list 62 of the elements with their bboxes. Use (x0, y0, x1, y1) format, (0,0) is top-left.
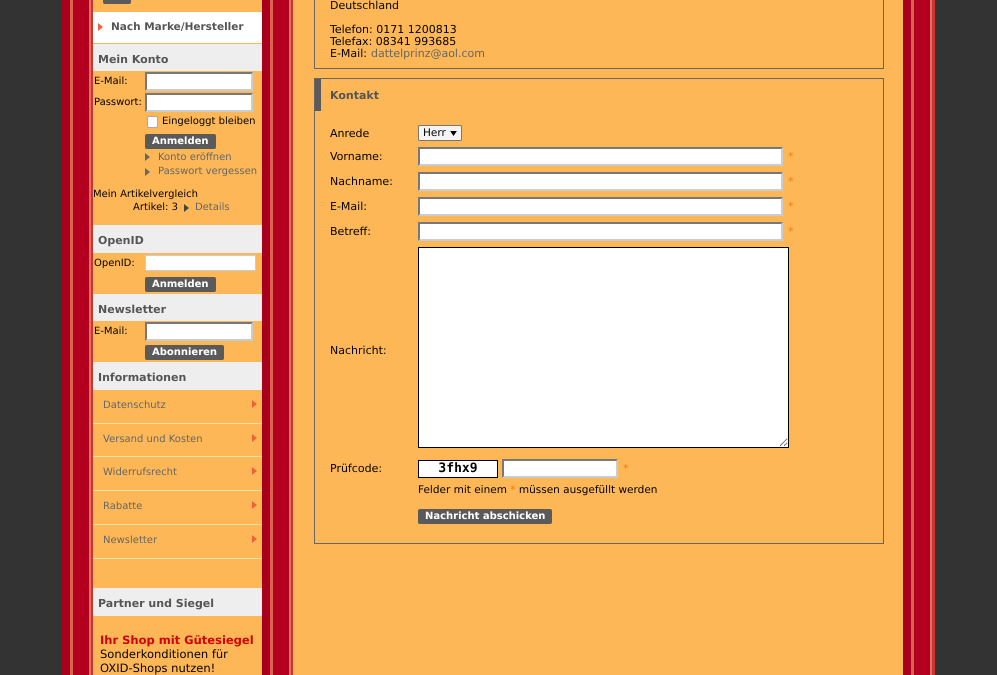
address-text: Deutschland (330, 0, 400, 12)
dropdown-arrow-icon (450, 130, 457, 136)
section-heading: Mein Konto (93, 44, 262, 72)
login-button[interactable]: Anmelden (145, 134, 216, 149)
promo-text: Sonderkonditionen für (100, 647, 229, 661)
email-field[interactable] (145, 322, 253, 342)
details-link[interactable]: Details (194, 202, 230, 214)
checkbox-label: Eingeloggt bleiben (162, 116, 256, 128)
triangle-icon (98, 23, 103, 32)
field-label: OpenID: (94, 258, 136, 269)
triangle-icon (252, 400, 257, 408)
submit-button[interactable]: Nachricht abschicken (418, 509, 552, 524)
section-heading: Partner und Siegel (93, 588, 262, 616)
required-note: Felder mit einem * müssen ausgefüllt werden (418, 484, 658, 496)
field-label: Prüfcode: (330, 462, 384, 475)
promo-title: Ihr Shop mit Gütesiegel (100, 633, 255, 647)
field-label: Passwort: (94, 96, 143, 108)
email-field[interactable] (145, 72, 253, 92)
required-mark: * (788, 175, 794, 188)
section-heading: Newsletter (93, 294, 262, 322)
field-label: Nachricht: (330, 344, 388, 356)
text-field[interactable] (418, 197, 783, 216)
captcha-image: 3fhx9 (418, 460, 498, 478)
link[interactable]: Passwort vergessen (158, 166, 258, 178)
required-mark: * (788, 150, 794, 163)
triangle-icon (184, 204, 189, 212)
subscribe-button[interactable]: Abonnieren (145, 345, 224, 360)
promo-text: OXID-Shops nutzen! (100, 661, 216, 675)
required-mark: * (788, 200, 794, 213)
captcha-field[interactable] (502, 459, 618, 478)
field-label: E-Mail: (94, 76, 129, 88)
openid-field[interactable] (145, 255, 256, 272)
text-field[interactable] (418, 222, 783, 241)
field-label: Betreff: (330, 225, 372, 238)
compare-title: Mein Artikelvergleich (93, 189, 199, 200)
checkbox[interactable] (147, 116, 158, 128)
text-field[interactable] (418, 147, 783, 166)
section-heading: OpenID (93, 225, 262, 253)
field-label: E-Mail: (94, 326, 129, 338)
triangle-icon (252, 434, 257, 442)
text-field[interactable] (418, 172, 783, 191)
field-label: Nachname: (330, 175, 394, 188)
login-button[interactable]: Anmelden (145, 276, 216, 292)
field-label: E-Mail: (330, 200, 368, 213)
triangle-icon (252, 501, 257, 510)
triangle-icon (252, 467, 257, 476)
required-mark: * (788, 225, 794, 238)
fax-text: Telefax: 08341 993685 (330, 36, 458, 48)
message-field[interactable] (418, 247, 789, 448)
triangle-icon (252, 534, 257, 543)
email-link[interactable]: dattelprinz@aol.com (370, 47, 485, 60)
phone-text: Telefon: 0171 1200813 (330, 24, 458, 36)
field-label: Vorname: (330, 150, 384, 163)
email-label: E-Mail: (330, 47, 367, 60)
section-heading: Informationen (93, 362, 262, 390)
field-label: Anrede (330, 126, 370, 140)
required-mark: * (623, 462, 628, 475)
link[interactable]: Konto eröffnen (158, 152, 232, 163)
panel-title: Kontakt (315, 79, 883, 111)
compare-count: Artikel: 3 (133, 202, 178, 214)
password-field[interactable] (145, 92, 253, 112)
salutation-dropdown[interactable]: Herr (418, 125, 462, 141)
